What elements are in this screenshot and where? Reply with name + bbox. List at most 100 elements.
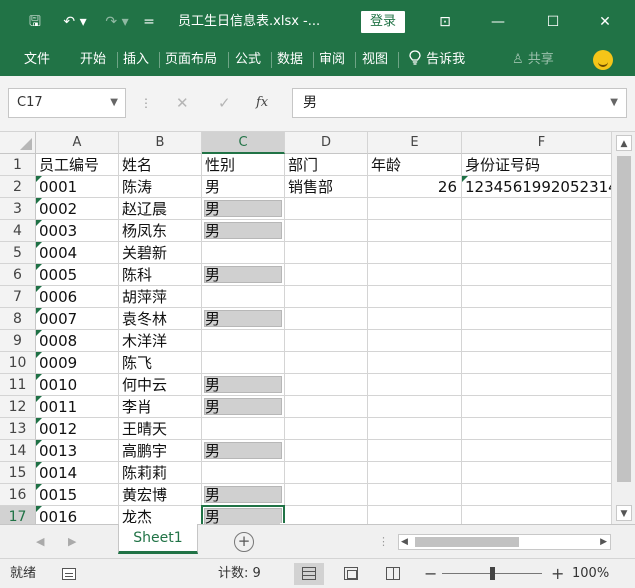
cell-f11[interactable]	[462, 374, 611, 396]
formula-bar-grip-icon[interactable]: ⋮	[140, 88, 152, 118]
cell-a10[interactable]: 0009	[36, 352, 119, 374]
login-button[interactable]: 登录	[361, 11, 405, 33]
cell-c11[interactable]: 男	[202, 374, 285, 396]
row-header-1[interactable]: 1	[0, 154, 36, 176]
row-header-9[interactable]: 9	[0, 330, 36, 352]
cell-f5[interactable]	[462, 242, 611, 264]
ribbon-display-options-icon[interactable]: ⊡	[430, 0, 460, 44]
redo-icon[interactable]: ↷ ▾	[100, 0, 134, 44]
cell-d5[interactable]	[285, 242, 368, 264]
cell-b12[interactable]: 李肖	[119, 396, 202, 418]
add-sheet-icon[interactable]: +	[234, 532, 254, 552]
zoom-out-button[interactable]: −	[424, 559, 437, 588]
cell-d16[interactable]	[285, 484, 368, 506]
cell-f7[interactable]	[462, 286, 611, 308]
cell-c10[interactable]	[202, 352, 285, 374]
cell-b2[interactable]: 陈涛	[119, 176, 202, 198]
cell-c13[interactable]	[202, 418, 285, 440]
maximize-button[interactable]: ☐	[533, 0, 573, 44]
column-header-f[interactable]: F	[462, 132, 611, 154]
cell-e9[interactable]	[368, 330, 462, 352]
cell-c8[interactable]: 男	[202, 308, 285, 330]
scroll-up-arrow-icon[interactable]: ▲	[616, 135, 632, 151]
cell-a4[interactable]: 0003	[36, 220, 119, 242]
cell-e12[interactable]	[368, 396, 462, 418]
smiley-feedback-icon[interactable]	[593, 50, 613, 70]
cell-f17[interactable]	[462, 506, 611, 524]
cell-e6[interactable]	[368, 264, 462, 286]
cell-c16[interactable]: 男	[202, 484, 285, 506]
row-header-14[interactable]: 14	[0, 440, 36, 462]
cell-a2[interactable]: 0001	[36, 176, 119, 198]
cell-f9[interactable]	[462, 330, 611, 352]
cell-c9[interactable]	[202, 330, 285, 352]
cell-e17[interactable]	[368, 506, 462, 524]
cell-d11[interactable]	[285, 374, 368, 396]
cell-e15[interactable]	[368, 462, 462, 484]
cell-f4[interactable]	[462, 220, 611, 242]
chevron-down-icon[interactable]: ▼	[110, 89, 118, 117]
cell-f16[interactable]	[462, 484, 611, 506]
cell-f2[interactable]: 123456199205231476	[462, 176, 611, 198]
cell-d17[interactable]	[285, 506, 368, 524]
cell-d10[interactable]	[285, 352, 368, 374]
cell-b3[interactable]: 赵辽晨	[119, 198, 202, 220]
share-button[interactable]: ♙ 共享	[512, 44, 554, 76]
cell-d15[interactable]	[285, 462, 368, 484]
column-header-e[interactable]: E	[368, 132, 462, 154]
cell-d12[interactable]	[285, 396, 368, 418]
cell-d14[interactable]	[285, 440, 368, 462]
tab-view[interactable]: 视图	[362, 44, 388, 76]
row-header-12[interactable]: 12	[0, 396, 36, 418]
cell-f3[interactable]	[462, 198, 611, 220]
cell-c2[interactable]: 男	[202, 176, 285, 198]
cell-d9[interactable]	[285, 330, 368, 352]
cell-a3[interactable]: 0002	[36, 198, 119, 220]
macro-recording-icon[interactable]	[62, 568, 76, 580]
cell-f1[interactable]: 身份证号码	[462, 154, 611, 176]
page-break-preview-button[interactable]	[378, 563, 408, 585]
cell-d3[interactable]	[285, 198, 368, 220]
zoom-slider-thumb[interactable]	[490, 567, 495, 580]
previous-sheet-arrow-icon[interactable]: ◀	[36, 525, 44, 559]
row-header-8[interactable]: 8	[0, 308, 36, 330]
scroll-down-arrow-icon[interactable]: ▼	[616, 505, 632, 521]
tab-formulas[interactable]: 公式	[235, 44, 261, 76]
tab-file[interactable]: 文件	[24, 44, 50, 76]
cell-d13[interactable]	[285, 418, 368, 440]
cell-a13[interactable]: 0012	[36, 418, 119, 440]
cell-d4[interactable]	[285, 220, 368, 242]
row-header-15[interactable]: 15	[0, 462, 36, 484]
row-header-13[interactable]: 13	[0, 418, 36, 440]
row-header-5[interactable]: 5	[0, 242, 36, 264]
cell-a5[interactable]: 0004	[36, 242, 119, 264]
cell-a6[interactable]: 0005	[36, 264, 119, 286]
column-header-b[interactable]: B	[119, 132, 202, 154]
cell-d8[interactable]	[285, 308, 368, 330]
undo-icon[interactable]: ↶ ▾	[58, 0, 92, 44]
cell-c12[interactable]: 男	[202, 396, 285, 418]
cell-a12[interactable]: 0011	[36, 396, 119, 418]
row-header-11[interactable]: 11	[0, 374, 36, 396]
cell-a16[interactable]: 0015	[36, 484, 119, 506]
cell-b10[interactable]: 陈飞	[119, 352, 202, 374]
row-header-4[interactable]: 4	[0, 220, 36, 242]
row-header-2[interactable]: 2	[0, 176, 36, 198]
page-layout-view-button[interactable]	[336, 563, 366, 585]
cell-a17[interactable]: 0016	[36, 506, 119, 524]
zoom-level[interactable]: 100%	[572, 559, 609, 588]
name-box[interactable]: C17 ▼	[8, 88, 126, 118]
row-header-3[interactable]: 3	[0, 198, 36, 220]
cell-b8[interactable]: 袁冬林	[119, 308, 202, 330]
vertical-scrollbar[interactable]: ▲ ▼	[611, 132, 635, 524]
cell-b15[interactable]: 陈莉莉	[119, 462, 202, 484]
cell-e1[interactable]: 年龄	[368, 154, 462, 176]
expand-formula-bar-icon[interactable]: ▼	[610, 89, 618, 117]
cell-e5[interactable]	[368, 242, 462, 264]
cell-b1[interactable]: 姓名	[119, 154, 202, 176]
cell-d1[interactable]: 部门	[285, 154, 368, 176]
scroll-right-arrow-icon[interactable]: ▶	[600, 535, 607, 549]
select-all-button[interactable]	[0, 132, 36, 154]
formula-input[interactable]: 男 ▼	[292, 88, 627, 118]
zoom-in-button[interactable]: +	[551, 559, 564, 588]
